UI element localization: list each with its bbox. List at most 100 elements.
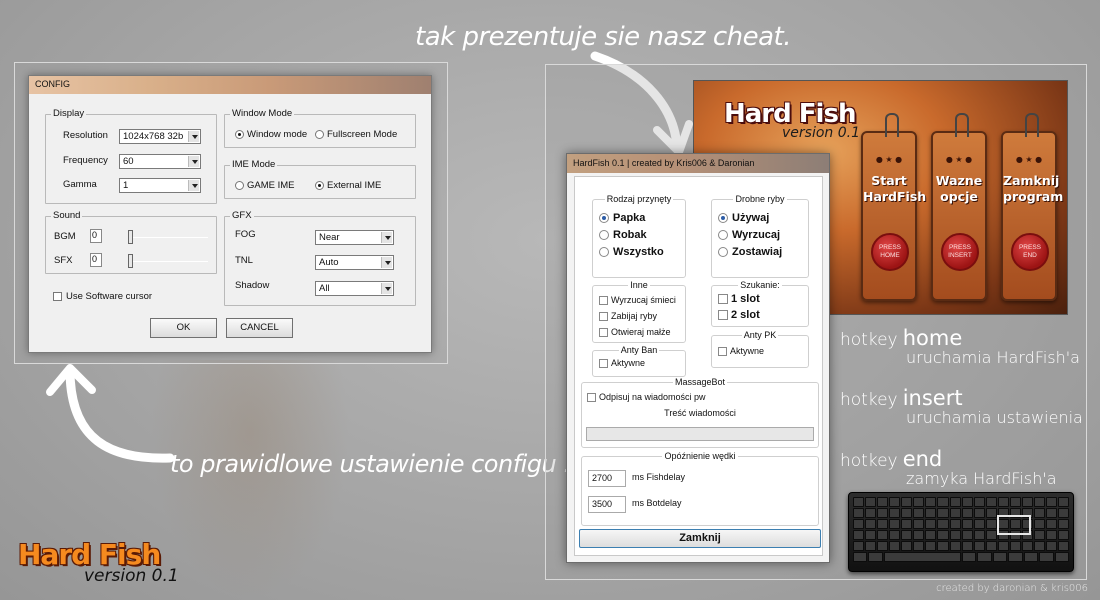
frequency-select[interactable]: 60 <box>119 154 201 169</box>
kill-fish-label: Zabijaj ryby <box>611 311 658 321</box>
keyboard-highlight-box <box>997 515 1031 535</box>
small-fish-use-radio[interactable]: Używaj <box>718 212 769 224</box>
tag-options-line1: Wazne <box>935 173 983 188</box>
tag-start: ● ★ ● Start HardFish PRESS HOME <box>861 113 926 301</box>
window-mode-label: Window mode <box>247 129 308 140</box>
gamma-select[interactable]: 1 <box>119 178 201 193</box>
checkbox-icon <box>718 294 728 304</box>
credits-text: created by daronian & kris006 <box>936 583 1088 594</box>
bait-all-radio[interactable]: Wszystko <box>599 246 664 258</box>
botdelay-input[interactable]: 3500 <box>588 496 626 513</box>
message-label: Treść wiadomości <box>664 408 736 418</box>
config-titlebar: CONFIG <box>29 76 431 94</box>
shadow-label: Shadow <box>235 280 270 291</box>
bait-group: Rodzaj przynęty Papka Robak Wszystko <box>592 194 686 278</box>
radio-icon <box>599 230 609 240</box>
cancel-button[interactable]: CANCEL <box>226 318 293 338</box>
anti-pk-checkbox[interactable]: Aktywne <box>718 346 764 356</box>
banner-version: version 0.1 <box>782 125 860 141</box>
stars-icon: ● ★ ● <box>1015 155 1043 164</box>
tag-start-text: Start HardFish <box>863 173 926 205</box>
small-fish-keep-label: Zostawiaj <box>732 246 783 258</box>
trash-checkbox[interactable]: Wyrzucaj śmieci <box>599 295 676 305</box>
hotkey-home-desc: uruchamia HardFish'a <box>906 348 1080 367</box>
window-mode-radio[interactable]: Window mode <box>235 129 307 140</box>
arrow-to-config-icon <box>46 364 175 463</box>
botdelay-label: ms Botdelay <box>632 498 682 508</box>
sfx-slider-thumb[interactable] <box>128 254 133 268</box>
checkbox-icon <box>599 327 608 337</box>
slot2-checkbox[interactable]: 2 slot <box>718 309 760 321</box>
close-button[interactable]: Zamknij <box>579 529 821 548</box>
checkbox-icon <box>599 295 608 305</box>
external-ime-label: External IME <box>327 180 382 191</box>
chevron-down-icon <box>188 131 199 142</box>
small-fish-keep-radio[interactable]: Zostawiaj <box>718 246 782 258</box>
tag-close: ● ★ ● Zamknij program PRESS END <box>1001 113 1063 301</box>
keyboard-icon <box>848 492 1074 572</box>
message-input[interactable] <box>586 427 814 441</box>
hotkey-end-desc: zamyka HardFish'a <box>906 469 1057 488</box>
kill-fish-checkbox[interactable]: Zabijaj ryby <box>599 311 657 321</box>
fog-value: Near <box>319 232 340 243</box>
bait-title: Rodzaj przynęty <box>604 194 674 204</box>
small-fish-throw-radio[interactable]: Wyrzucaj <box>718 229 780 241</box>
sound-group: Sound BGM 0 SFX 0 <box>45 210 217 274</box>
anti-ban-checkbox[interactable]: Aktywne <box>599 358 645 368</box>
other-group: Inne Wyrzucaj śmieci Zabijaj ryby Otwier… <box>592 280 686 343</box>
bait-robak-label: Robak <box>613 229 647 241</box>
hardfish-titlebar: HardFish 0.1 | created by Kris006 & Daro… <box>567 154 829 173</box>
tag-start-line2: HardFish <box>863 189 927 204</box>
radio-icon <box>235 130 244 139</box>
hardfish-client: Rodzaj przynęty Papka Robak Wszystko Dro… <box>574 176 823 556</box>
search-group: Szukanie: 1 slot 2 slot <box>711 280 809 327</box>
slot1-label: 1 slot <box>731 293 760 305</box>
checkbox-icon <box>587 392 596 402</box>
chevron-down-icon <box>381 232 392 243</box>
external-ime-radio[interactable]: External IME <box>315 180 381 191</box>
hotkey-insert-prefix: hotkey <box>840 390 898 410</box>
bgm-slider[interactable] <box>128 237 208 238</box>
software-cursor-checkbox[interactable]: Use Software cursor <box>53 291 152 302</box>
software-cursor-label: Use Software cursor <box>66 291 153 302</box>
sfx-label: SFX <box>54 255 73 266</box>
radio-icon <box>315 181 324 190</box>
bgm-slider-thumb[interactable] <box>128 230 133 244</box>
gfx-group: GFX FOG Near TNL Auto Shadow All <box>224 210 416 306</box>
chevron-down-icon <box>188 180 199 191</box>
fullscreen-mode-radio[interactable]: Fullscreen Mode <box>315 129 397 140</box>
bait-papka-radio[interactable]: Papka <box>599 212 645 224</box>
fishdelay-label: ms Fishdelay <box>632 472 686 482</box>
gamma-value: 1 <box>123 180 129 191</box>
seal-home-icon: PRESS HOME <box>871 233 909 271</box>
radio-icon <box>718 247 728 257</box>
seal-insert-icon: PRESS INSERT <box>941 233 979 271</box>
open-clams-checkbox[interactable]: Otwieraj małże <box>599 327 671 337</box>
stars-icon: ● ★ ● <box>945 155 973 164</box>
tnl-select[interactable]: Auto <box>315 255 394 270</box>
checkbox-icon <box>718 310 728 320</box>
tnl-label: TNL <box>235 255 253 266</box>
game-ime-radio[interactable]: GAME IME <box>235 180 295 191</box>
fog-label: FOG <box>235 229 256 240</box>
shadow-select[interactable]: All <box>315 281 394 296</box>
tag-options-text: Wazne opcje <box>933 173 985 205</box>
checkbox-icon <box>53 292 62 301</box>
small-fish-throw-label: Wyrzucaj <box>732 229 781 241</box>
background-figure <box>150 360 350 600</box>
ok-button[interactable]: OK <box>150 318 217 338</box>
reply-pw-checkbox[interactable]: Odpisuj na wiadomości pw <box>587 392 706 402</box>
fishdelay-input[interactable]: 2700 <box>588 470 626 487</box>
bottom-caption: to prawidlowe ustawienie configu . <box>170 450 571 478</box>
hotkey-end-prefix: hotkey <box>840 451 898 471</box>
ime-mode-group: IME Mode GAME IME External IME <box>224 159 416 199</box>
radio-icon <box>599 213 609 223</box>
resolution-select[interactable]: 1024x768 32b <box>119 129 201 144</box>
bait-robak-radio[interactable]: Robak <box>599 229 647 241</box>
tag-options-line2: opcje <box>940 189 978 204</box>
anti-ban-group: Anty Ban Aktywne <box>592 345 686 377</box>
sfx-slider[interactable] <box>128 261 208 262</box>
gfx-title: GFX <box>230 210 254 221</box>
slot1-checkbox[interactable]: 1 slot <box>718 293 760 305</box>
fog-select[interactable]: Near <box>315 230 394 245</box>
